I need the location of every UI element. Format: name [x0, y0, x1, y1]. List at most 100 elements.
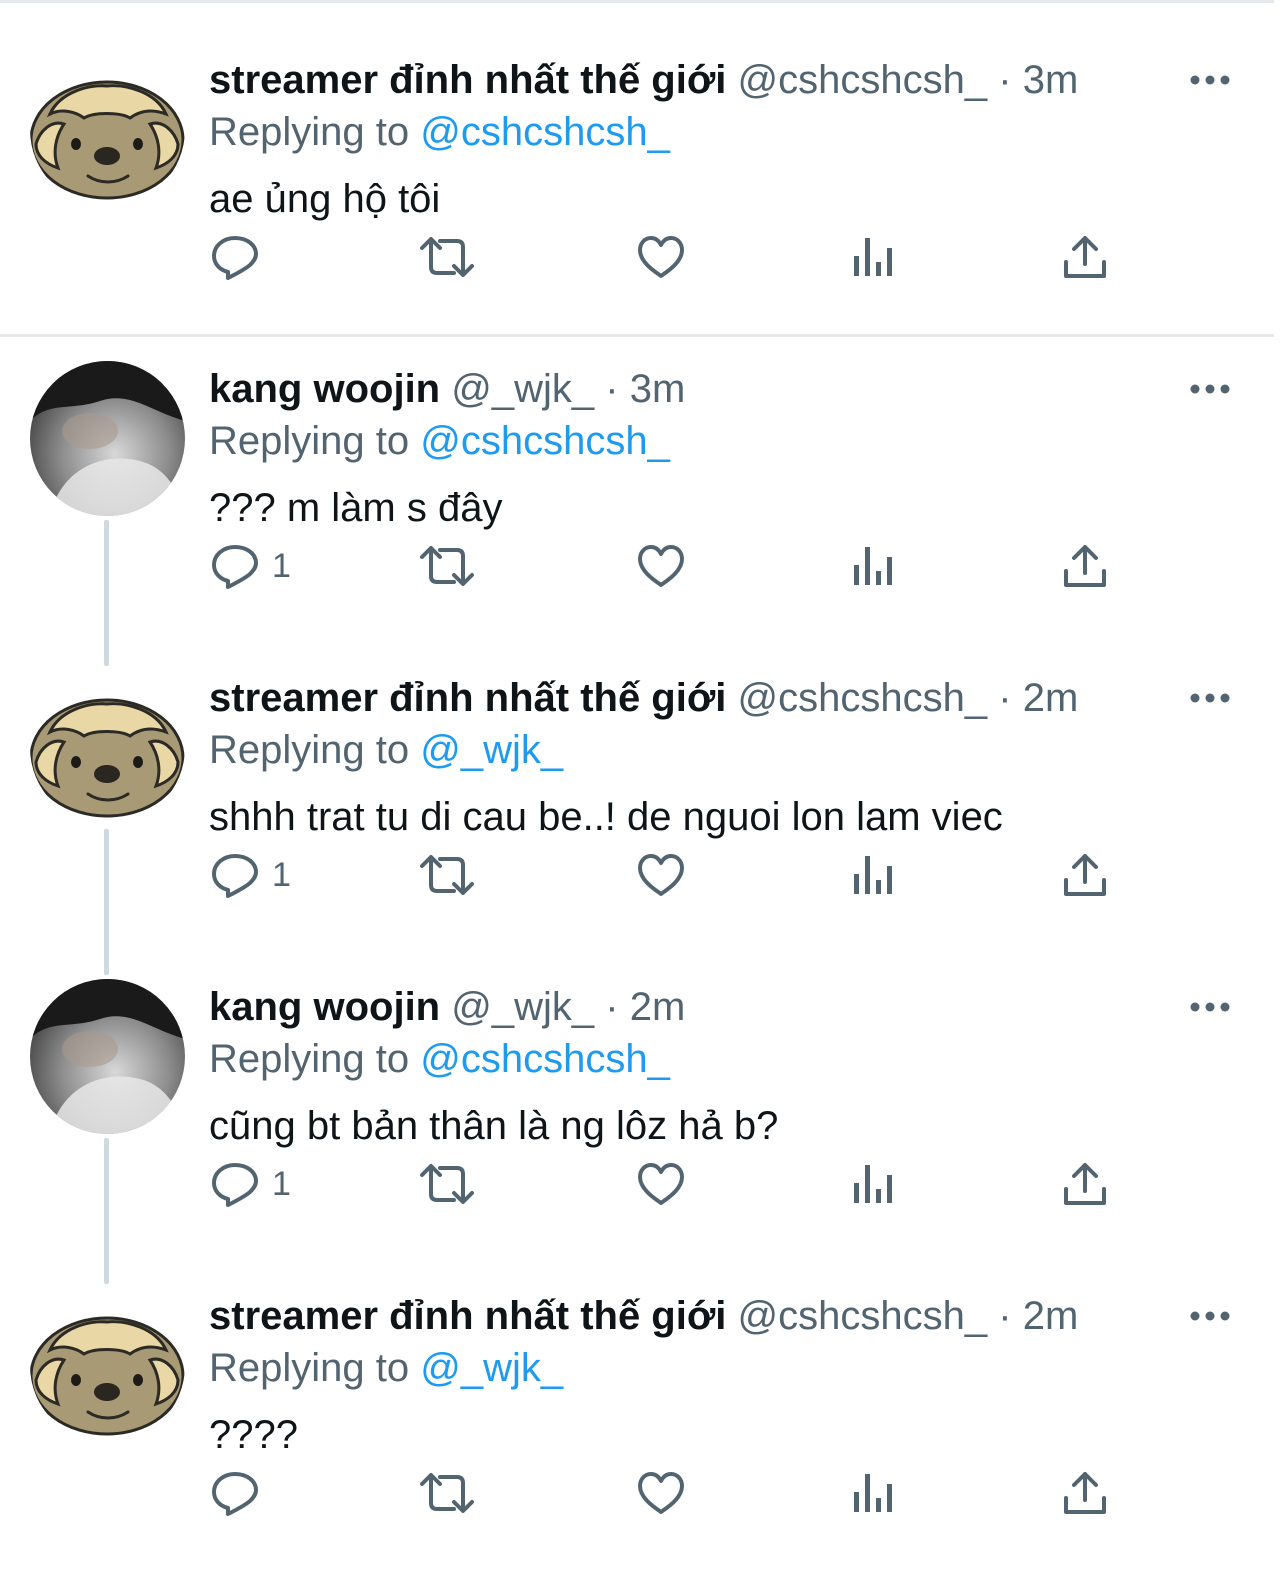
- tweet-actions: 1: [0, 850, 1284, 900]
- like-button[interactable]: [636, 541, 686, 591]
- views-icon: [854, 1165, 892, 1203]
- reply-button[interactable]: 1: [210, 850, 291, 900]
- replying-to-mention[interactable]: @_wjk_: [420, 728, 563, 772]
- reply-button[interactable]: 1: [210, 1159, 291, 1209]
- timestamp[interactable]: 3m: [1023, 58, 1079, 102]
- timestamp[interactable]: 2m: [630, 985, 686, 1029]
- views-button[interactable]: [852, 1159, 896, 1209]
- more-options-button[interactable]: [1188, 684, 1232, 712]
- retweet-icon: [420, 237, 474, 277]
- views-button[interactable]: [852, 1468, 896, 1518]
- tweet-header: streamer đỉnh nhất thế giới @cshcshcsh_ …: [209, 670, 1078, 726]
- photo-avatar-icon: [30, 361, 185, 516]
- display-name[interactable]: kang woojin: [209, 985, 440, 1029]
- retweet-button[interactable]: [418, 850, 476, 900]
- tweet-header: streamer đỉnh nhất thế giới @cshcshcsh_ …: [209, 52, 1078, 108]
- avatar[interactable]: [30, 1288, 185, 1443]
- avatar[interactable]: [30, 52, 185, 207]
- like-button[interactable]: [636, 850, 686, 900]
- reply-icon: [212, 1472, 258, 1516]
- avatar[interactable]: [30, 979, 185, 1134]
- display-name[interactable]: streamer đỉnh nhất thế giới: [209, 1294, 726, 1338]
- separator-dot: ·: [998, 676, 1012, 720]
- tweet-text: ????: [209, 1413, 298, 1457]
- views-icon: [854, 547, 892, 585]
- reply-icon: [212, 854, 258, 898]
- share-icon: [1064, 854, 1106, 896]
- views-icon: [854, 1474, 892, 1512]
- timestamp[interactable]: 2m: [1023, 1294, 1079, 1338]
- reply-button[interactable]: [210, 1468, 272, 1518]
- retweet-icon: [420, 1473, 474, 1513]
- heart-icon: [638, 854, 684, 896]
- reply-count: 1: [272, 547, 291, 585]
- timestamp[interactable]: 2m: [1023, 676, 1079, 720]
- reply-count: 1: [272, 1165, 291, 1203]
- share-button[interactable]: [1062, 541, 1108, 591]
- separator-dot: ·: [998, 1294, 1012, 1338]
- share-icon: [1064, 236, 1106, 278]
- like-button[interactable]: [636, 1159, 686, 1209]
- reply-button[interactable]: 1: [210, 541, 291, 591]
- like-button[interactable]: [636, 232, 686, 282]
- tweet[interactable]: streamer đỉnh nhất thế giới @cshcshcsh_ …: [0, 0, 1284, 309]
- tweet[interactable]: streamer đỉnh nhất thế giới @cshcshcsh_ …: [0, 618, 1284, 927]
- views-button[interactable]: [852, 232, 896, 282]
- replying-to-mention[interactable]: @_wjk_: [420, 1346, 563, 1390]
- more-options-button[interactable]: [1188, 375, 1232, 403]
- more-icon: [1190, 384, 1230, 394]
- retweet-button[interactable]: [418, 541, 476, 591]
- more-options-button[interactable]: [1188, 66, 1232, 94]
- avatar[interactable]: [30, 361, 185, 516]
- share-button[interactable]: [1062, 1468, 1108, 1518]
- tweet-text: ae ủng hộ tôi: [209, 177, 441, 221]
- replying-to-mention[interactable]: @cshcshcsh_: [420, 419, 670, 463]
- user-handle[interactable]: @cshcshcsh_: [738, 676, 988, 720]
- heart-icon: [638, 1163, 684, 1205]
- display-name[interactable]: kang woojin: [209, 367, 440, 411]
- views-button[interactable]: [852, 541, 896, 591]
- views-icon: [854, 238, 892, 276]
- tweet[interactable]: streamer đỉnh nhất thế giới @cshcshcsh_ …: [0, 1236, 1284, 1545]
- more-options-button[interactable]: [1188, 1302, 1232, 1330]
- retweet-icon: [420, 855, 474, 895]
- retweet-button[interactable]: [418, 1159, 476, 1209]
- tweet-text: cũng bt bản thân là ng lôz hả b?: [209, 1104, 779, 1148]
- tweet-header: streamer đỉnh nhất thế giới @cshcshcsh_ …: [209, 1288, 1078, 1344]
- more-icon: [1190, 693, 1230, 703]
- replying-to-mention[interactable]: @cshcshcsh_: [420, 110, 670, 154]
- reply-button[interactable]: [210, 232, 272, 282]
- replying-to-label: Replying to: [209, 728, 421, 772]
- avatar[interactable]: [30, 670, 185, 825]
- replying-to-label: Replying to: [209, 419, 421, 463]
- heart-icon: [638, 545, 684, 587]
- views-icon: [854, 856, 892, 894]
- user-handle[interactable]: @_wjk_: [451, 985, 594, 1029]
- reply-icon: [212, 236, 258, 280]
- user-handle[interactable]: @_wjk_: [451, 367, 594, 411]
- heart-icon: [638, 236, 684, 278]
- reply-icon: [212, 545, 258, 589]
- reply-count: 1: [272, 856, 291, 894]
- user-handle[interactable]: @cshcshcsh_: [738, 1294, 988, 1338]
- tweet[interactable]: kang woojin @_wjk_ · 3m Replying to @csh…: [0, 309, 1284, 618]
- timestamp[interactable]: 3m: [630, 367, 686, 411]
- share-button[interactable]: [1062, 850, 1108, 900]
- retweet-button[interactable]: [418, 1468, 476, 1518]
- tweet[interactable]: kang woojin @_wjk_ · 2m Replying to @csh…: [0, 927, 1284, 1236]
- separator-dot: ·: [605, 367, 619, 411]
- tweet-actions: [0, 232, 1284, 282]
- share-button[interactable]: [1062, 1159, 1108, 1209]
- display-name[interactable]: streamer đỉnh nhất thế giới: [209, 58, 726, 102]
- user-handle[interactable]: @cshcshcsh_: [738, 58, 988, 102]
- more-icon: [1190, 1311, 1230, 1321]
- more-options-button[interactable]: [1188, 993, 1232, 1021]
- views-button[interactable]: [852, 850, 896, 900]
- replying-to-mention[interactable]: @cshcshcsh_: [420, 1037, 670, 1081]
- share-button[interactable]: [1062, 232, 1108, 282]
- retweet-icon: [420, 1164, 474, 1204]
- replying-to-line: Replying to @cshcshcsh_: [209, 1033, 670, 1085]
- retweet-button[interactable]: [418, 232, 476, 282]
- display-name[interactable]: streamer đỉnh nhất thế giới: [209, 676, 726, 720]
- like-button[interactable]: [636, 1468, 686, 1518]
